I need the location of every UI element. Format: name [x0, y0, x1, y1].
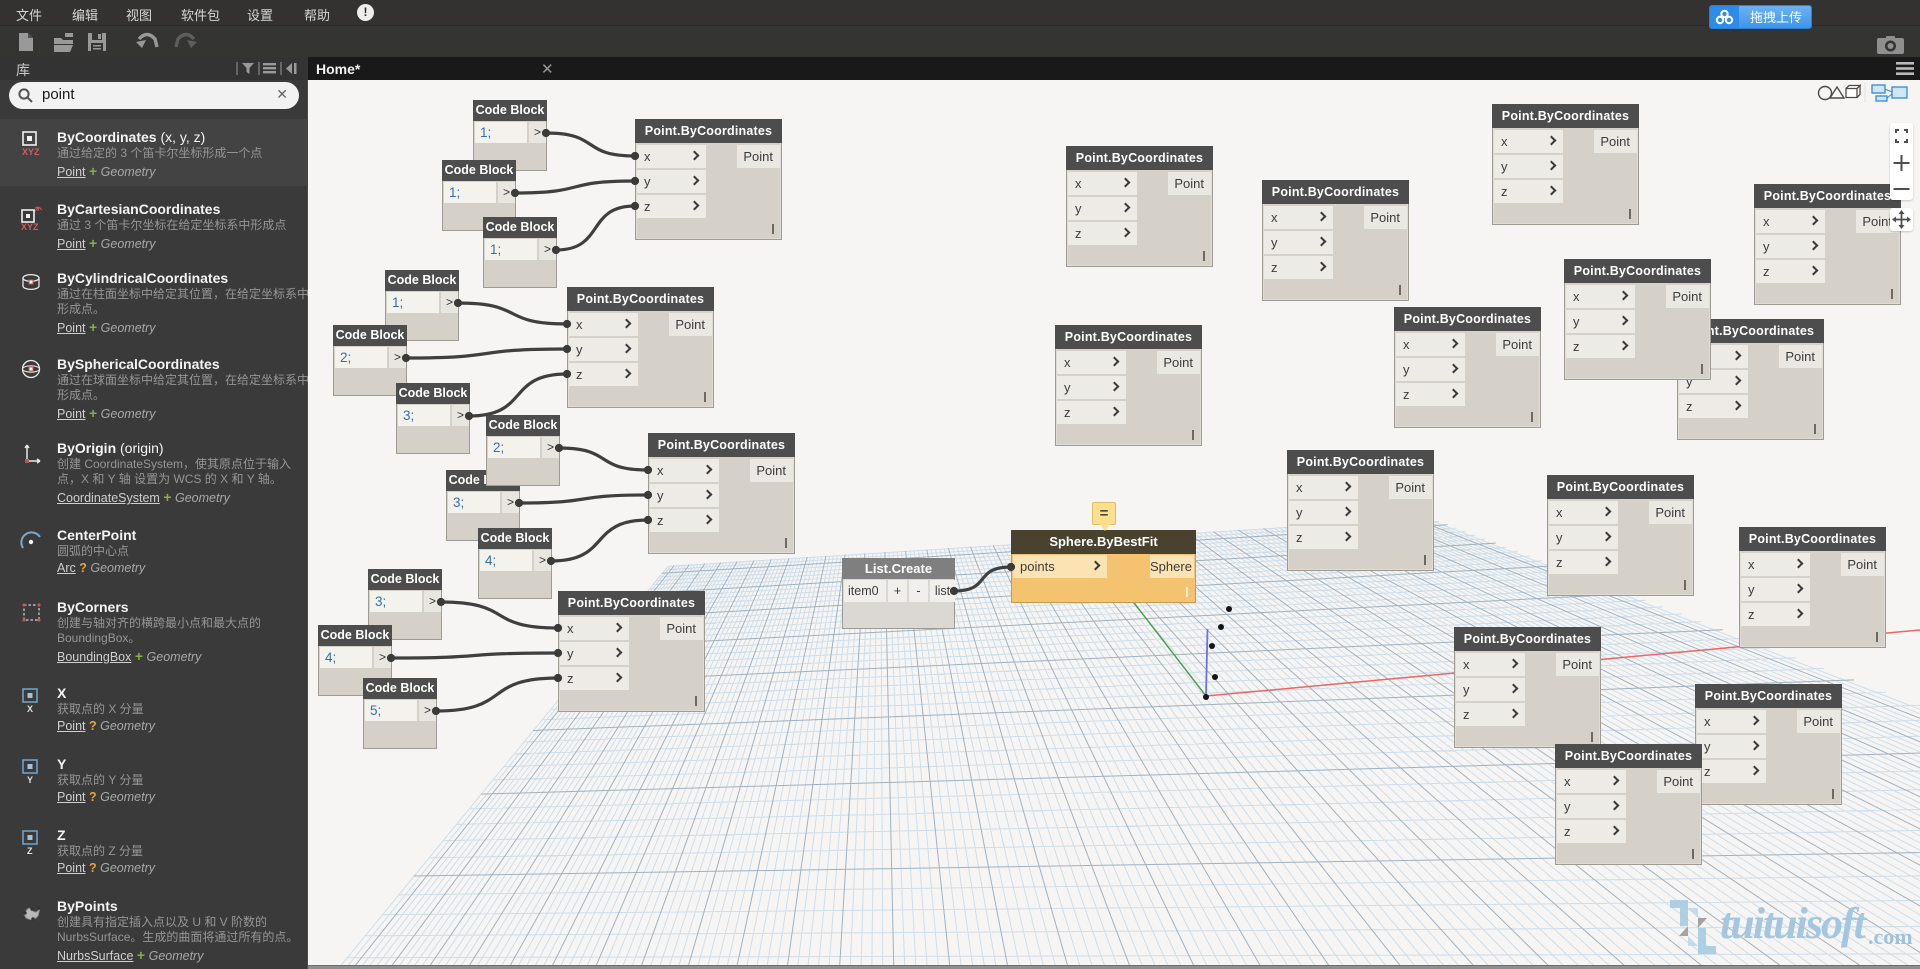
svg-text:XYZ: XYZ: [22, 147, 40, 157]
svg-text:Z: Z: [27, 846, 33, 855]
svg-text:XYZ: XYZ: [21, 222, 39, 231]
svg-text:X: X: [27, 704, 33, 713]
svg-text:Y: Y: [27, 775, 33, 784]
